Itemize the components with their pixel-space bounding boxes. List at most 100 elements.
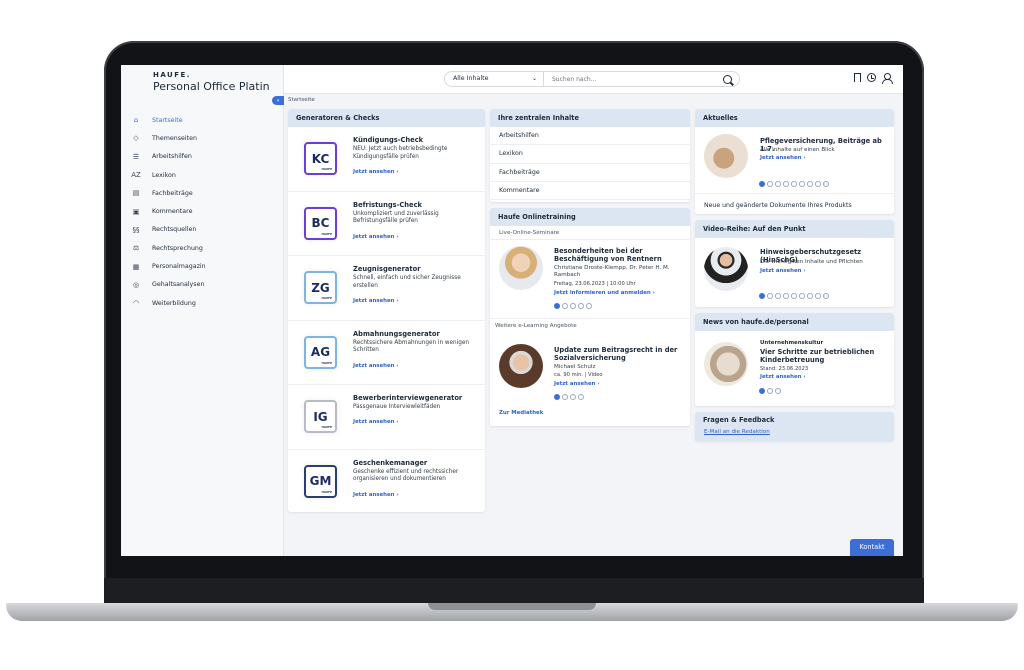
generator-link[interactable]: Jetzt ansehen › bbox=[353, 169, 399, 175]
carousel-dot[interactable] bbox=[578, 394, 584, 400]
carousel-dot[interactable] bbox=[807, 181, 813, 187]
training-subtitle: Live-Online-Seminare bbox=[499, 230, 560, 236]
sidebar-item-personalmagazin[interactable]: ▦ Personalmagazin bbox=[121, 257, 284, 275]
sidebar-item-arbeitshilfen[interactable]: ☰ Arbeitshilfen bbox=[121, 148, 284, 166]
carousel-dot[interactable] bbox=[791, 181, 797, 187]
mediathek-link[interactable]: Zur Mediathek bbox=[499, 410, 543, 416]
carousel-dot[interactable] bbox=[807, 293, 813, 299]
carousel-dot[interactable] bbox=[799, 181, 805, 187]
carousel-dot[interactable] bbox=[759, 388, 765, 394]
generator-link[interactable]: Jetzt ansehen › bbox=[353, 363, 399, 369]
generator-item[interactable]: BC HAUFE Befristungs-Check Unkompliziert un… bbox=[288, 192, 485, 256]
carousel-dot[interactable] bbox=[815, 181, 821, 187]
generator-link[interactable]: Jetzt ansehen › bbox=[353, 298, 399, 304]
generator-item[interactable]: IG HAUFE Bewerberinterviewgenerator Passgen… bbox=[288, 385, 485, 450]
breadcrumb[interactable]: Startseite bbox=[288, 97, 315, 103]
central-panel: Ihre zentralen Inhalte Arbeitshilfen Lexi… bbox=[490, 109, 690, 202]
bookmark-icon[interactable] bbox=[854, 73, 861, 82]
contact-button[interactable]: Kontakt bbox=[850, 539, 894, 556]
carousel-dot[interactable] bbox=[823, 181, 829, 187]
generator-desc: Unkompliziert und zuverlässig Befristung… bbox=[353, 210, 439, 225]
sidebar-item-fachbeiträge[interactable]: ▤ Fachbeiträge bbox=[121, 184, 284, 202]
carousel-dot[interactable] bbox=[570, 303, 576, 309]
gavel-icon: ⚖ bbox=[132, 244, 140, 253]
haufe-news-thumbnail bbox=[704, 342, 748, 386]
scope-select[interactable]: Alle Inhalte ⌄ bbox=[444, 71, 544, 87]
carousel-dot[interactable] bbox=[554, 303, 560, 309]
sidebar-nav: ⌂ Startseite ◇ Themenseiten ☰ Arbeitshilfen AZ… bbox=[121, 111, 284, 312]
carousel-dot[interactable] bbox=[578, 303, 584, 309]
carousel-dot[interactable] bbox=[791, 293, 797, 299]
generator-title[interactable]: Geschenkemanager bbox=[353, 459, 427, 467]
search-input[interactable] bbox=[552, 74, 712, 85]
haufe-news-item-title[interactable]: Vier Schritte zur betrieblichen Kinderbe… bbox=[760, 348, 880, 364]
elearning-link[interactable]: Jetzt ansehen › bbox=[554, 381, 600, 387]
haufe-news-link[interactable]: Jetzt ansehen › bbox=[760, 374, 806, 380]
generator-item[interactable]: ZG HAUFE Zeugnisgenerator Schnell, einfach … bbox=[288, 256, 485, 321]
sidebar-item-rechtsquellen[interactable]: §§ Rechtsquellen bbox=[121, 221, 284, 239]
carousel-dot[interactable] bbox=[783, 181, 789, 187]
generator-title[interactable]: Abmahnungsgenerator bbox=[353, 330, 440, 338]
sidebar-item-weiterbildung[interactable]: ◠ Weiterbildung bbox=[121, 294, 284, 312]
carousel-dot[interactable] bbox=[586, 303, 592, 309]
sidebar-item-themenseiten[interactable]: ◇ Themenseiten bbox=[121, 129, 284, 147]
carousel-dot[interactable] bbox=[759, 293, 765, 299]
generator-item[interactable]: AG HAUFE Abmahnungsgenerator Rechtssichere … bbox=[288, 321, 485, 385]
sidebar: HAUFE. Personal Office Platin « ⌂ Startse… bbox=[121, 65, 284, 556]
central-item[interactable]: Lexikon bbox=[490, 145, 690, 164]
generator-link[interactable]: Jetzt ansehen › bbox=[353, 492, 399, 498]
collapse-sidebar-button[interactable]: « bbox=[272, 96, 284, 105]
generator-badge-sub: HAUFE bbox=[321, 360, 332, 365]
carousel-dot[interactable] bbox=[767, 388, 773, 394]
generator-badge-sub: HAUFE bbox=[321, 489, 332, 494]
generator-link[interactable]: Jetzt ansehen › bbox=[353, 419, 399, 425]
carousel-dot[interactable] bbox=[815, 293, 821, 299]
changed-documents-link[interactable]: Neue und geänderte Dokumente Ihres Produ… bbox=[704, 202, 852, 209]
generator-title[interactable]: Zeugnisgenerator bbox=[353, 265, 421, 273]
generator-link[interactable]: Jetzt ansehen › bbox=[353, 234, 399, 240]
history-icon[interactable] bbox=[867, 73, 876, 82]
carousel-dot[interactable] bbox=[775, 181, 781, 187]
carousel-dot[interactable] bbox=[562, 303, 568, 309]
central-item[interactable]: Fachbeiträge bbox=[490, 164, 690, 182]
sidebar-item-startseite[interactable]: ⌂ Startseite bbox=[121, 111, 284, 129]
search-icon[interactable] bbox=[723, 75, 732, 84]
carousel-dot[interactable] bbox=[775, 293, 781, 299]
carousel-dot[interactable] bbox=[823, 293, 829, 299]
carousel-dot[interactable] bbox=[554, 394, 560, 400]
carousel-dot[interactable] bbox=[799, 293, 805, 299]
generator-desc: Schnell, einfach und sicher Zeugnisse er… bbox=[353, 275, 461, 289]
generator-title[interactable]: Kündigungs-Check bbox=[353, 136, 423, 144]
generator-item[interactable]: GM HAUFE Geschenkemanager Geschenke effizie… bbox=[288, 450, 485, 513]
carousel-dot[interactable] bbox=[562, 394, 568, 400]
generator-item[interactable]: KC HAUFE Kündigungs-Check NEU: Jetzt auch b… bbox=[288, 127, 485, 192]
carousel-dot[interactable] bbox=[570, 394, 576, 400]
top-icons bbox=[854, 73, 893, 84]
generator-abbr: GM bbox=[309, 474, 332, 488]
elearning-title[interactable]: Update zum Beitragsrecht in der Sozialve… bbox=[554, 346, 684, 362]
carousel-dot[interactable] bbox=[775, 388, 781, 394]
carousel-dot[interactable] bbox=[767, 293, 773, 299]
carousel-dot[interactable] bbox=[759, 181, 765, 187]
sidebar-item-kommentare[interactable]: ▣ Kommentare bbox=[121, 202, 284, 220]
sidebar-item-rechtsprechung[interactable]: ⚖ Rechtsprechung bbox=[121, 239, 284, 257]
carousel-dot[interactable] bbox=[767, 181, 773, 187]
email-editor-link[interactable]: E-Mail an die Redaktion bbox=[704, 429, 770, 435]
seminar-title[interactable]: Besonderheiten bei der Beschäftigung von… bbox=[554, 247, 684, 263]
top-bar: Alle Inhalte ⌄ bbox=[284, 65, 903, 94]
central-item[interactable]: Arbeitshilfen bbox=[490, 127, 690, 146]
generator-title[interactable]: Befristungs-Check bbox=[353, 201, 422, 209]
sidebar-item-lexikon[interactable]: AZ Lexikon bbox=[121, 166, 284, 184]
sidebar-item-gehaltsanalysen[interactable]: ◎ Gehaltsanalysen bbox=[121, 276, 284, 294]
seminar-carousel-dots bbox=[554, 303, 592, 309]
carousel-dot[interactable] bbox=[783, 293, 789, 299]
user-icon[interactable] bbox=[882, 73, 893, 84]
news-item-desc: Alle Inhalte auf einen Blick bbox=[760, 147, 835, 153]
seminar-register-link[interactable]: Jetzt informieren und anmelden › bbox=[554, 290, 655, 296]
news-item-link[interactable]: Jetzt ansehen › bbox=[760, 155, 806, 161]
generator-title[interactable]: Bewerberinterviewgenerator bbox=[353, 394, 462, 402]
central-item[interactable]: Kommentare bbox=[490, 182, 690, 201]
brand[interactable]: HAUFE. Personal Office Platin bbox=[153, 71, 270, 93]
elearning-meta: ca. 90 min. | Video bbox=[554, 372, 603, 378]
video-item-link[interactable]: Jetzt ansehen › bbox=[760, 268, 806, 274]
